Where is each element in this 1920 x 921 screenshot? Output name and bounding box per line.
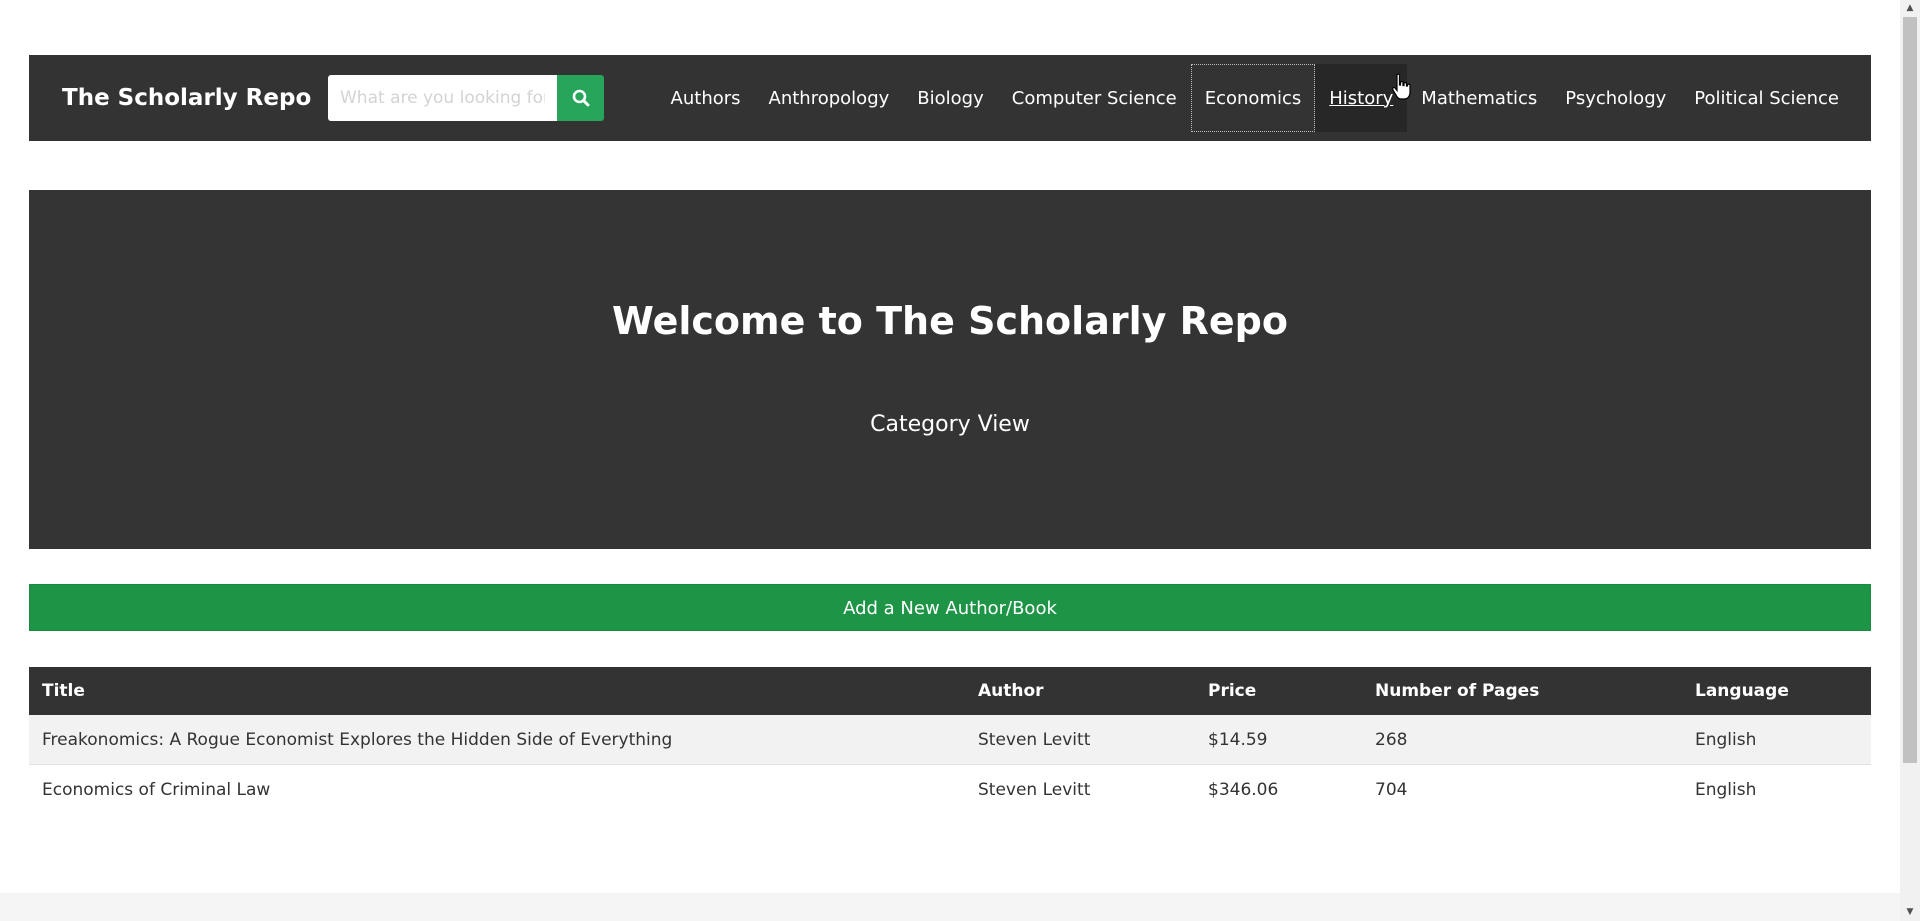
cell-author: Steven Levitt [965,764,1195,814]
nav-link-anthropology[interactable]: Anthropology [755,64,904,132]
hero-title: Welcome to The Scholarly Repo [612,299,1288,343]
scroll-up-arrow-icon[interactable]: ▲ [1900,0,1920,17]
cell-title: Economics of Criminal Law [29,764,965,814]
cell-author: Steven Levitt [965,715,1195,765]
column-header-pages: Number of Pages [1362,667,1682,715]
nav-link-economics[interactable]: Economics [1190,64,1316,132]
table-row[interactable]: Economics of Criminal Law Steven Levitt … [29,764,1871,814]
column-header-author: Author [965,667,1195,715]
column-header-title: Title [29,667,965,715]
search-icon [572,89,589,107]
cell-title: Freakonomics: A Rogue Economist Explores… [29,715,965,765]
search-button[interactable] [557,75,604,121]
column-header-price: Price [1195,667,1362,715]
search-input[interactable] [328,75,557,121]
cell-price: $14.59 [1195,715,1362,765]
search-form [328,75,604,121]
brand-logo[interactable]: The Scholarly Repo [62,55,311,141]
category-nav: Authors Anthropology Biology Computer Sc… [657,64,1853,132]
hero-banner: Welcome to The Scholarly Repo Category V… [29,190,1871,549]
column-header-language: Language [1682,667,1871,715]
nav-link-political-science[interactable]: Political Science [1680,64,1853,132]
add-author-book-button[interactable]: Add a New Author/Book [29,584,1871,631]
cell-language: English [1682,715,1871,765]
page: The Scholarly Repo Authors Anthropology … [0,0,1900,921]
nav-link-biology[interactable]: Biology [903,64,997,132]
scroll-down-arrow-icon[interactable]: ▼ [1900,904,1920,921]
nav-link-authors[interactable]: Authors [657,64,755,132]
cell-pages: 268 [1362,715,1682,765]
nav-link-history[interactable]: History [1315,64,1408,132]
table-header-row: Title Author Price Number of Pages Langu… [29,667,1871,715]
cell-language: English [1682,764,1871,814]
page-footer [0,893,1900,921]
nav-link-mathematics[interactable]: Mathematics [1407,64,1551,132]
hero-subtitle: Category View [870,412,1030,437]
scrollbar-thumb[interactable] [1903,17,1917,763]
vertical-scrollbar[interactable]: ▲ ▼ [1900,0,1920,921]
table-row[interactable]: Freakonomics: A Rogue Economist Explores… [29,715,1871,765]
cell-price: $346.06 [1195,764,1362,814]
top-navbar: The Scholarly Repo Authors Anthropology … [29,55,1871,141]
nav-link-computer-science[interactable]: Computer Science [998,64,1191,132]
books-table: Title Author Price Number of Pages Langu… [29,667,1871,814]
cell-pages: 704 [1362,764,1682,814]
nav-link-psychology[interactable]: Psychology [1551,64,1680,132]
